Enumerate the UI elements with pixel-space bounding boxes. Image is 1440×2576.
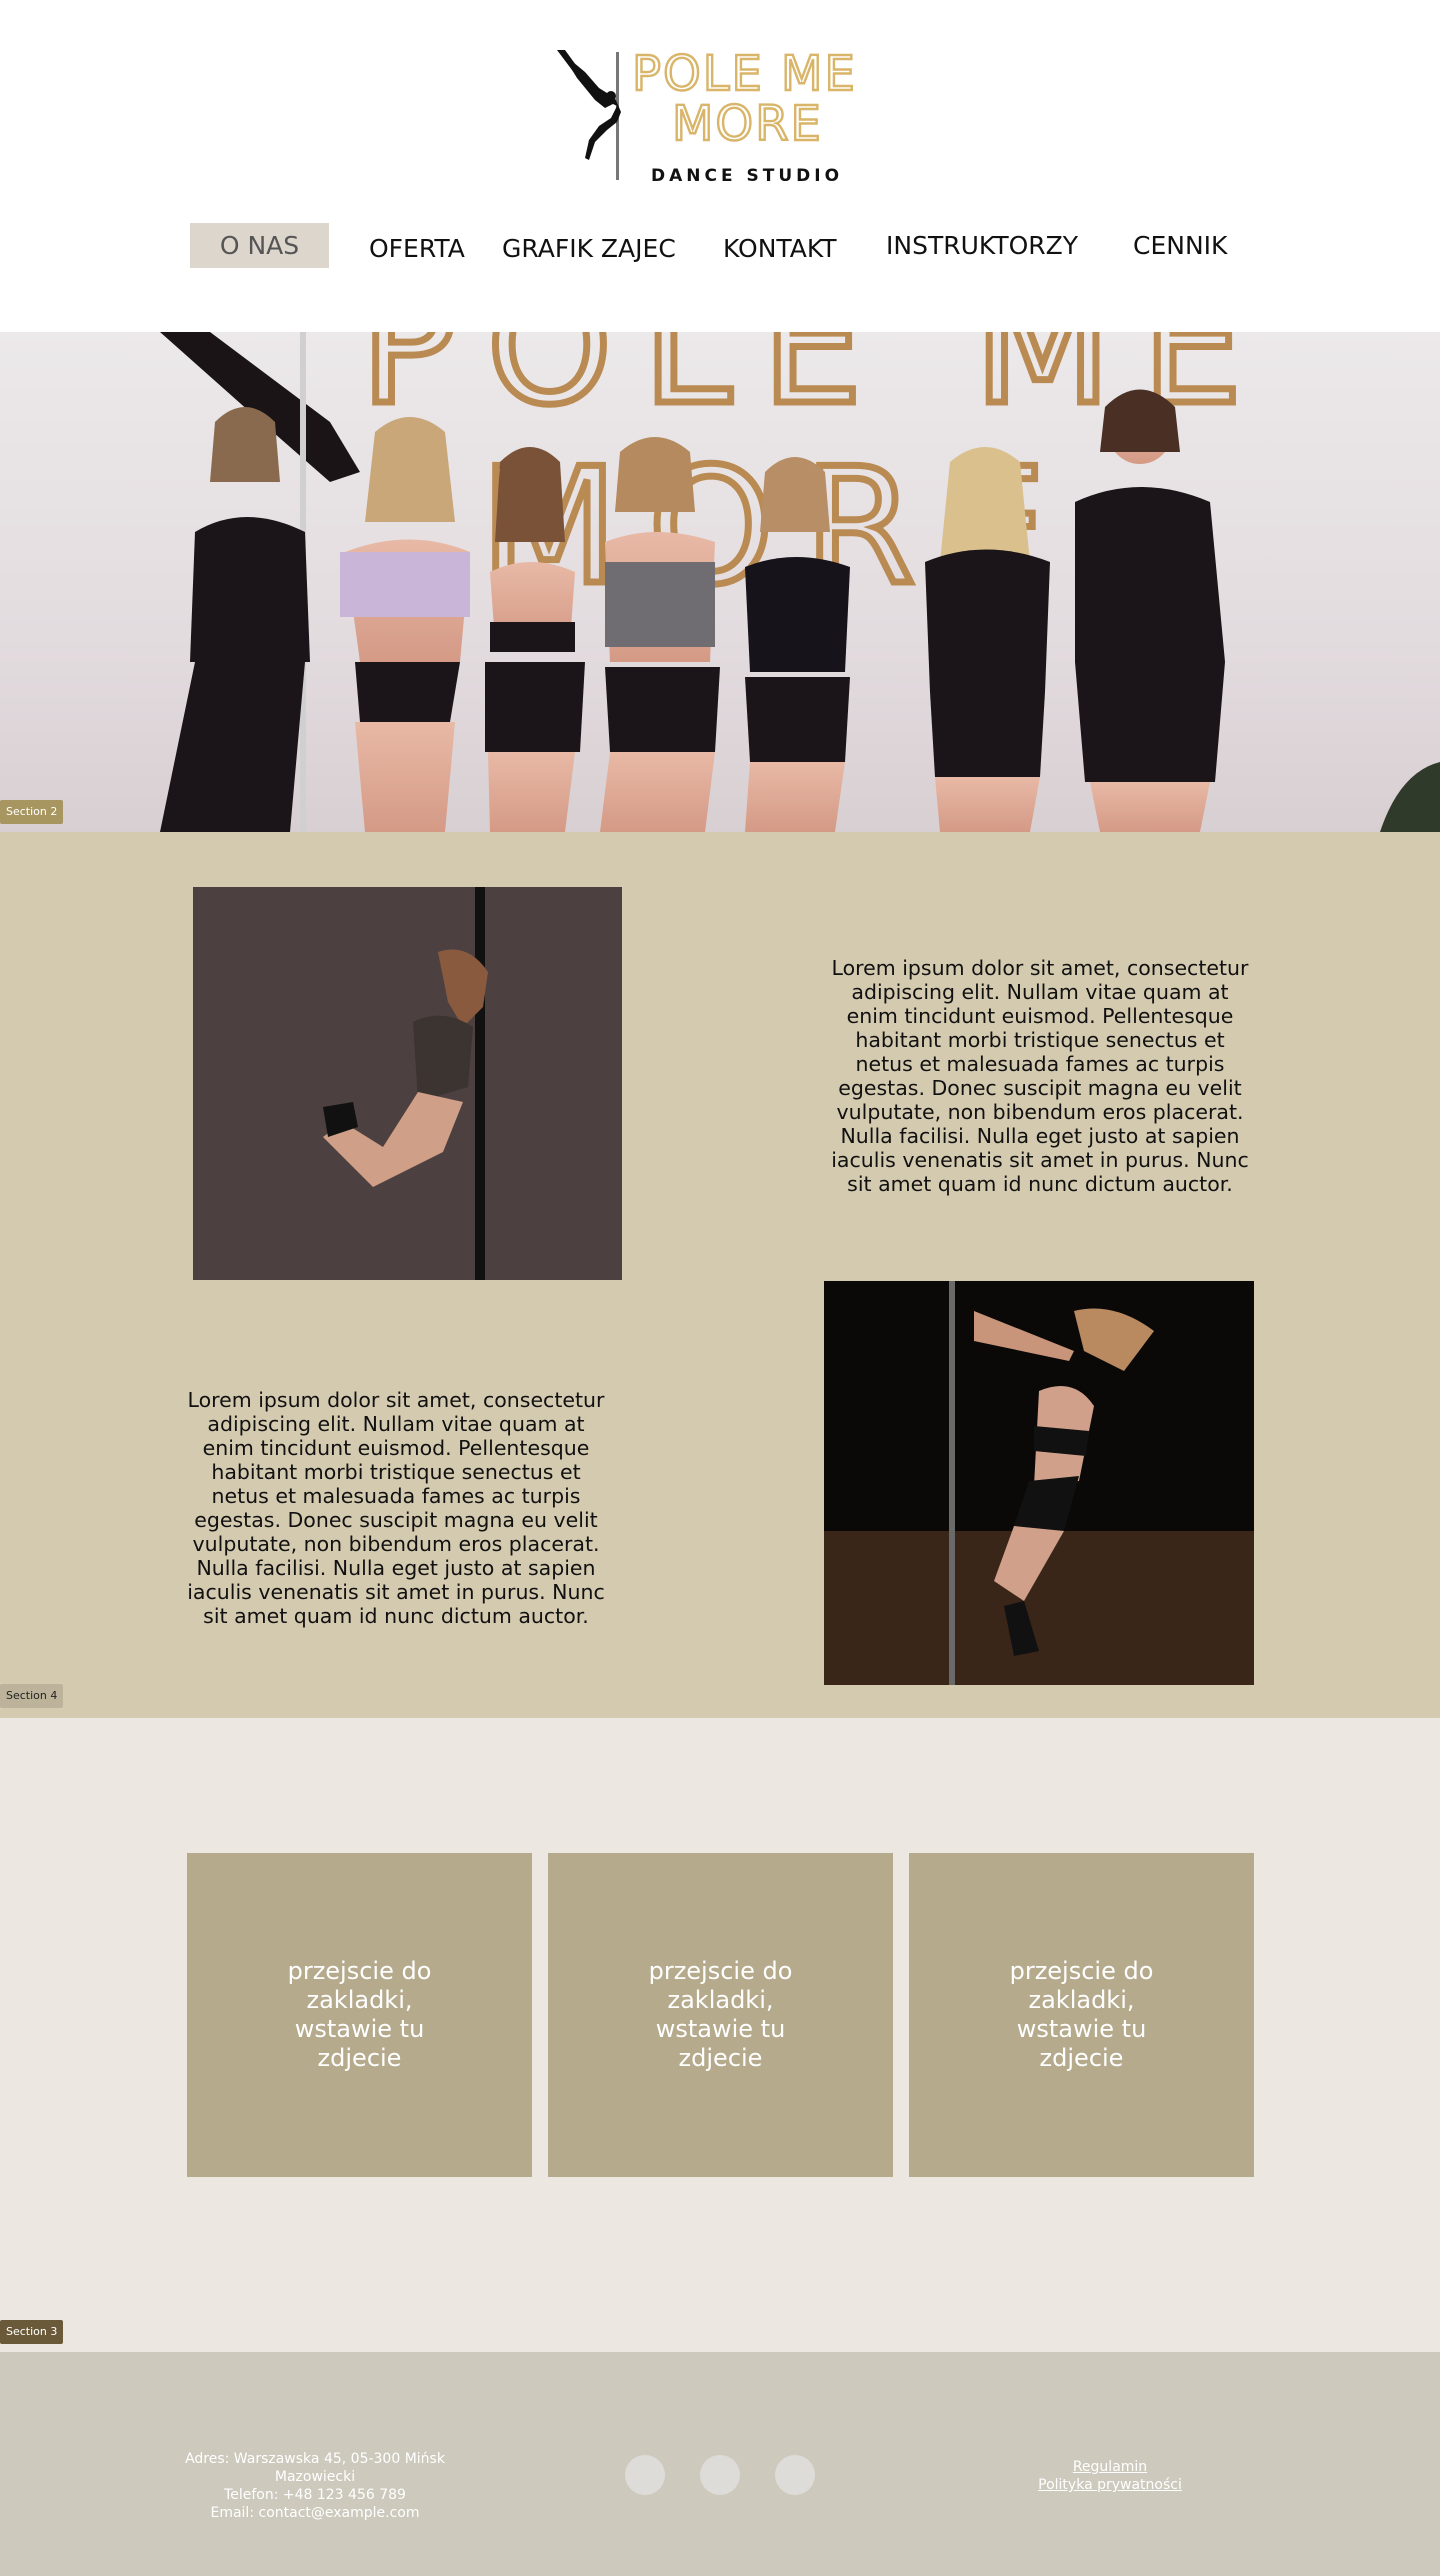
hero-group-photo: POLE ME MORE	[160, 332, 1440, 832]
photo-2-illustration	[824, 1281, 1254, 1685]
tile-card-2[interactable]: przejscie do zakladki, wstawie tu zdjeci…	[548, 1853, 893, 2177]
tile-card-2-label: przejscie do zakladki, wstawie tu zdjeci…	[648, 1957, 793, 2072]
social-icon-3[interactable]	[775, 2455, 815, 2495]
tiles-section: przejscie do zakladki, wstawie tu zdjeci…	[0, 1718, 1440, 2352]
tile-card-1-label: przejscie do zakladki, wstawie tu zdjeci…	[287, 1957, 432, 2072]
contact-info: Adres: Warszawska 45, 05-300 Mińsk Mazow…	[160, 2450, 470, 2522]
hero-section: POLE ME MORE	[0, 332, 1440, 832]
privacy-policy-link[interactable]: Polityka prywatności	[1010, 2476, 1210, 2494]
about-section: Lorem ipsum dolor sit amet, consectetur …	[0, 832, 1440, 1718]
site-footer: Adres: Warszawska 45, 05-300 Mińsk Mazow…	[0, 2352, 1440, 2576]
nav-item-o-nas[interactable]: O NAS	[190, 223, 329, 268]
address-line-2: Mazowiecki	[274, 2469, 356, 2485]
section-tag-4[interactable]: Section 4	[0, 1684, 64, 1708]
tile-card-3-label: przejscie do zakladki, wstawie tu zdjeci…	[1009, 1957, 1154, 2072]
terms-link[interactable]: Regulamin	[1010, 2458, 1210, 2476]
nav-item-kontakt[interactable]: KONTAKT	[723, 234, 837, 263]
logo-line1: POLE ME	[632, 48, 857, 102]
photo-1-illustration	[193, 887, 622, 1280]
tile-card-3[interactable]: przejscie do zakladki, wstawie tu zdjeci…	[909, 1853, 1254, 2177]
nav-item-grafik-zajec[interactable]: GRAFIK ZAJEC	[502, 234, 676, 263]
plant	[1380, 762, 1440, 832]
logo-tagline: DANCE STUDIO	[651, 166, 843, 186]
pole-dancer-figure-icon	[557, 50, 621, 160]
section-tag-3[interactable]: Section 3	[0, 2320, 64, 2344]
section-tag-2[interactable]: Section 2	[0, 800, 64, 824]
site-header: POLE ME MORE DANCE STUDIO O NAS OFERTA G…	[0, 0, 1440, 332]
email: Email: contact@example.com	[210, 2505, 420, 2521]
logo-graphic: POLE ME MORE DANCE STUDIO	[557, 48, 857, 186]
social-icon-1[interactable]	[625, 2455, 665, 2495]
pole-dancer-photo-2	[824, 1281, 1254, 1685]
tile-card-1[interactable]: przejscie do zakladki, wstawie tu zdjeci…	[187, 1853, 532, 2177]
footer-links: Regulamin Polityka prywatności	[1010, 2458, 1210, 2494]
nav-item-cennik[interactable]: CENNIK	[1133, 231, 1227, 260]
phone: Telefon: +48 123 456 789	[224, 2487, 406, 2503]
studio-logo[interactable]: POLE ME MORE DANCE STUDIO	[555, 48, 885, 188]
nav-item-instruktorzy[interactable]: INSTRUKTORZY	[886, 231, 1078, 260]
nav-item-oferta[interactable]: OFERTA	[369, 234, 465, 263]
about-paragraph-1: Lorem ipsum dolor sit amet, consectetur …	[831, 955, 1249, 1196]
pole-dancer-photo-1	[193, 887, 622, 1280]
social-icon-2[interactable]	[700, 2455, 740, 2495]
address-line-1: Adres: Warszawska 45, 05-300 Mińsk	[185, 2451, 445, 2467]
about-paragraph-2: Lorem ipsum dolor sit amet, consectetur …	[187, 1387, 605, 1628]
logo-line2: MORE	[672, 96, 823, 152]
